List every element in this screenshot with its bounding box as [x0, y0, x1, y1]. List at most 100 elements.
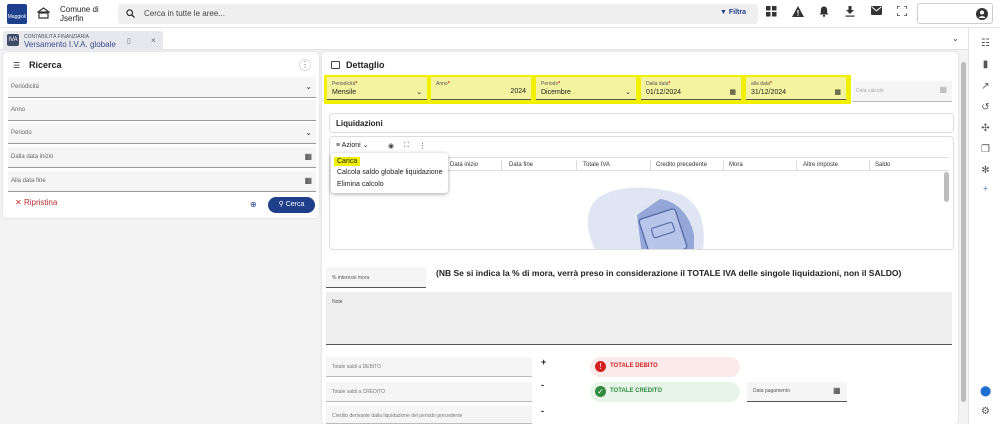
calendar-icon[interactable]: ▦ — [833, 386, 841, 395]
minus-sign: - — [541, 380, 544, 390]
mail-icon[interactable] — [871, 6, 885, 20]
menu-item-calcola-saldo[interactable]: Calcola saldo globale liquidazione — [337, 169, 442, 176]
user-menu[interactable] — [917, 3, 993, 24]
fullscreen-icon[interactable] — [896, 5, 911, 20]
data-calcolo-field: Data calcolo ▦ — [852, 81, 952, 102]
checklist-icon[interactable]: ☷ — [980, 38, 991, 49]
field-label: Note — [332, 299, 343, 305]
periodo-select[interactable]: Periodo ⌄ — [8, 123, 316, 144]
column-header: Credito precedente — [656, 162, 708, 168]
dettaglio-title: Dettaglio — [346, 60, 385, 70]
calendar-icon: ▦ — [939, 85, 947, 94]
field-value: 2024 — [510, 88, 526, 95]
town-hall-icon — [37, 7, 50, 19]
field-label: Periodicità — [11, 84, 40, 90]
book-icon[interactable]: ▮ — [980, 59, 991, 70]
azioni-label: Azioni — [341, 142, 361, 149]
chevron-down-icon[interactable]: ⌄ — [952, 34, 959, 43]
field-label: % interessi mora — [332, 275, 370, 281]
totale-credito-badge: ✓ TOTALE CREDITO — [590, 382, 740, 402]
comune-name[interactable]: Comune di Jserfin — [60, 5, 99, 23]
more-icon[interactable]: ⋮ — [299, 59, 311, 71]
alla-data-field[interactable]: alla data* 31/12/2024 ▦ — [746, 77, 846, 100]
badge-label: TOTALE DEBITO — [610, 363, 658, 369]
close-icon[interactable]: × — [151, 36, 156, 45]
warning-icon[interactable] — [792, 6, 806, 20]
panel-icon — [331, 61, 340, 69]
check-icon: ✓ — [595, 386, 606, 397]
calendar-icon[interactable]: ▦ — [729, 88, 736, 96]
add-icon[interactable]: + — [980, 183, 991, 194]
menu-item-carica[interactable]: Carica — [334, 157, 361, 166]
periodo-select[interactable]: Periodo* Dicembre ⌄ — [536, 77, 636, 100]
grid-scrollbar[interactable] — [944, 172, 949, 202]
cerca-label: Cerca — [285, 201, 305, 208]
field-value: Mensile — [332, 89, 357, 96]
grid-icon[interactable] — [766, 6, 780, 20]
tab-versamento-iva[interactable]: IVA CONTABILITÀ FINANZIARIA Versamento I… — [3, 31, 163, 50]
settings-icon[interactable]: ⚙ — [980, 406, 991, 417]
periodicita-select[interactable]: Periodicità ⌄ — [8, 77, 316, 98]
nb-notice: (NB Se si indica la % di mora, verrà pre… — [436, 268, 902, 278]
app-logo[interactable]: Maggioli — [7, 4, 27, 24]
field-label: Dalla data — [646, 81, 669, 87]
field-value: 31/12/2024 — [751, 89, 787, 96]
anno-field[interactable]: Anno* 2024 — [431, 77, 531, 100]
network-icon[interactable]: ✻ — [980, 165, 991, 176]
interessi-mora-field[interactable]: % interessi mora — [326, 267, 426, 288]
field-label: Data pagamento — [753, 388, 790, 394]
totale-credito-field: Totale saldi a CREDITO — [326, 382, 532, 402]
fullscreen-icon[interactable]: ⛶ — [404, 142, 409, 150]
download-icon[interactable] — [845, 6, 859, 20]
field-label: Periodo — [11, 130, 32, 136]
field-value: Dicembre — [541, 89, 571, 96]
filter-button[interactable]: ▼ Filtra — [720, 9, 746, 16]
field-label: Alla data fine — [11, 178, 46, 184]
zoom-search-icon[interactable]: ⊕ — [250, 200, 257, 209]
tab-title: Versamento I.V.A. globale — [24, 40, 116, 49]
location-icon[interactable]: ⬤ — [980, 386, 991, 397]
global-search-input[interactable]: Cerca in tutte le aree... — [118, 4, 758, 24]
column-header: Mora — [729, 162, 743, 168]
copy-icon[interactable]: ❐ — [980, 144, 991, 155]
user-icon — [976, 8, 988, 20]
empty-state-illustration — [587, 187, 704, 249]
cerca-button[interactable]: ⚲ Cerca — [268, 197, 315, 213]
alla-data-fine-field[interactable]: Alla data fine ▦ — [8, 171, 316, 192]
ricerca-panel: ☰ Ricerca ⋮ Periodicità ⌄ Anno Periodo ⌄ D… — [3, 52, 319, 218]
search-placeholder: Cerca in tutte le aree... — [144, 9, 225, 18]
azioni-button[interactable]: ≡ Azioni ⌄ — [336, 141, 369, 149]
tab-bar: IVA CONTABILITÀ FINANZIARIA Versamento I… — [0, 28, 968, 50]
calendar-icon[interactable]: ▦ — [304, 176, 312, 185]
periodicita-select[interactable]: Periodicità* Mensile ⌄ — [327, 77, 427, 100]
calendar-icon[interactable]: ▦ — [834, 88, 841, 96]
filter-label: Filtra — [728, 9, 746, 16]
bookmark-icon[interactable]: ▯ — [127, 37, 131, 45]
plugin-icon[interactable]: ✣ — [980, 123, 991, 134]
page-scrollbar[interactable] — [961, 62, 966, 402]
tab-badge: IVA — [7, 34, 19, 46]
field-label: Periodicità — [332, 81, 356, 87]
menu-item-elimina-calcolo[interactable]: Elimina calcolo — [337, 181, 384, 188]
close-icon: ✕ — [15, 198, 24, 207]
totale-debito-badge: ! TOTALE DEBITO — [590, 357, 740, 377]
top-bar: Maggioli Comune di Jserfin Cerca in tutt… — [0, 0, 1000, 28]
ripristina-button[interactable]: ✕ Ripristina — [15, 198, 57, 207]
dalla-data-field[interactable]: Dalla data* 01/12/2024 ▦ — [641, 77, 741, 100]
ricerca-title: Ricerca — [29, 60, 62, 70]
history-icon[interactable]: ↺ — [980, 102, 991, 113]
note-textarea[interactable]: Note — [326, 292, 952, 345]
anno-field[interactable]: Anno — [8, 100, 316, 121]
eye-icon[interactable]: ◉ — [388, 142, 394, 150]
chevron-down-icon: ⌄ — [360, 142, 369, 149]
trend-icon[interactable]: ↗ — [980, 81, 991, 92]
more-icon[interactable]: ⋮ — [419, 142, 426, 150]
dalla-data-inizio-field[interactable]: Dalla data inizio ▦ — [8, 147, 316, 168]
search-icon: ⚲ — [278, 201, 286, 208]
field-label: Anno — [436, 81, 448, 87]
liquidazioni-header: Liquidazioni — [329, 113, 954, 133]
calendar-icon[interactable]: ▦ — [304, 152, 312, 161]
data-pagamento-field[interactable]: Data pagamento ▦ — [747, 382, 847, 402]
logo-text: Maggioli — [7, 14, 27, 20]
bell-icon[interactable] — [819, 6, 833, 20]
